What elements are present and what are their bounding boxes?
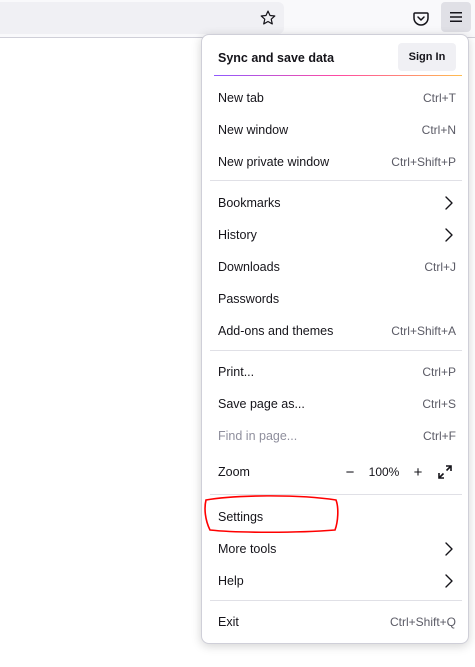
menu-item-label: Exit: [218, 615, 239, 629]
url-bar[interactable]: [0, 2, 284, 34]
chevron-right-icon: [445, 196, 453, 210]
zoom-controls: − 100% +: [340, 461, 456, 483]
menu-item-shortcut: Ctrl+F: [423, 429, 456, 443]
menu-item-label: Bookmarks: [218, 196, 281, 210]
pocket-button[interactable]: [408, 5, 434, 31]
menu-item-shortcut: Ctrl+N: [421, 123, 456, 137]
menu-item-bookmarks[interactable]: Bookmarks: [210, 188, 462, 218]
menu-item-label: Print...: [218, 365, 255, 379]
menu-item-label: Settings: [218, 510, 264, 524]
app-menu-button[interactable]: [441, 2, 471, 32]
menu-item-shortcut: Ctrl+J: [424, 260, 456, 274]
menu-item-label: New tab: [218, 91, 264, 105]
fullscreen-icon: [438, 465, 452, 479]
menu-item-print[interactable]: Print... Ctrl+P: [210, 357, 462, 387]
sync-gradient-divider: [214, 75, 462, 76]
menu-item-history[interactable]: History: [210, 220, 462, 250]
sign-in-button[interactable]: Sign In: [398, 43, 456, 71]
chevron-right-icon: [445, 228, 453, 242]
menu-item-new-window[interactable]: New window Ctrl+N: [210, 115, 462, 145]
menu-item-shortcut: Ctrl+T: [423, 91, 456, 105]
zoom-out-button[interactable]: −: [340, 462, 360, 482]
menu-item-label: More tools: [218, 542, 277, 556]
menu-item-new-tab[interactable]: New tab Ctrl+T: [210, 83, 462, 113]
menu-separator: [210, 494, 462, 495]
menu-item-label: Downloads: [218, 260, 280, 274]
menu-item-addons-and-themes[interactable]: Add-ons and themes Ctrl+Shift+A: [210, 316, 462, 346]
bookmark-star-button[interactable]: [256, 6, 280, 30]
zoom-in-button[interactable]: +: [408, 462, 428, 482]
menu-item-label: Passwords: [218, 292, 280, 306]
menu-item-find-in-page[interactable]: Find in page... Ctrl+F: [210, 421, 462, 451]
menu-item-label: New window: [218, 123, 289, 137]
chevron-right-icon: [445, 574, 453, 588]
menu-separator: [210, 600, 462, 601]
menu-item-help[interactable]: Help: [210, 566, 462, 596]
zoom-label: Zoom: [218, 465, 250, 479]
menu-item-shortcut: Ctrl+Shift+Q: [389, 615, 456, 629]
menu-item-label: Help: [218, 574, 244, 588]
menu-item-label: Find in page...: [218, 429, 298, 443]
menu-item-shortcut: Ctrl+Shift+A: [391, 324, 456, 338]
menu-item-zoom: Zoom − 100% +: [210, 457, 462, 487]
menu-item-exit[interactable]: Exit Ctrl+Shift+Q: [210, 607, 462, 637]
menu-item-new-private-window[interactable]: New private window Ctrl+Shift+P: [210, 147, 462, 177]
sync-row: Sync and save data Sign In: [210, 41, 462, 77]
chevron-right-icon: [445, 542, 453, 556]
menu-item-label: Add-ons and themes: [218, 324, 334, 338]
menu-item-label: Save page as...: [218, 397, 305, 411]
fullscreen-button[interactable]: [434, 462, 456, 482]
menu-item-shortcut: Ctrl+Shift+P: [391, 155, 456, 169]
menu-item-downloads[interactable]: Downloads Ctrl+J: [210, 252, 462, 282]
sync-label: Sync and save data: [218, 51, 335, 65]
menu-item-label: History: [218, 228, 257, 242]
menu-item-passwords[interactable]: Passwords: [210, 284, 462, 314]
menu-item-shortcut: Ctrl+S: [422, 397, 456, 411]
browser-toolbar: [0, 0, 475, 36]
menu-separator: [210, 180, 462, 181]
menu-item-label: New private window: [218, 155, 330, 169]
menu-separator: [210, 350, 462, 351]
menu-item-more-tools[interactable]: More tools: [210, 534, 462, 564]
menu-item-shortcut: Ctrl+P: [422, 365, 456, 379]
app-menu-panel: Sync and save data Sign In New tab Ctrl+…: [201, 34, 469, 644]
star-icon: [260, 10, 276, 25]
zoom-reset-button[interactable]: 100%: [360, 465, 408, 479]
hamburger-menu-icon: [450, 12, 462, 22]
menu-item-save-page-as[interactable]: Save page as... Ctrl+S: [210, 389, 462, 419]
pocket-icon: [413, 12, 429, 26]
menu-item-settings[interactable]: Settings: [210, 502, 462, 532]
